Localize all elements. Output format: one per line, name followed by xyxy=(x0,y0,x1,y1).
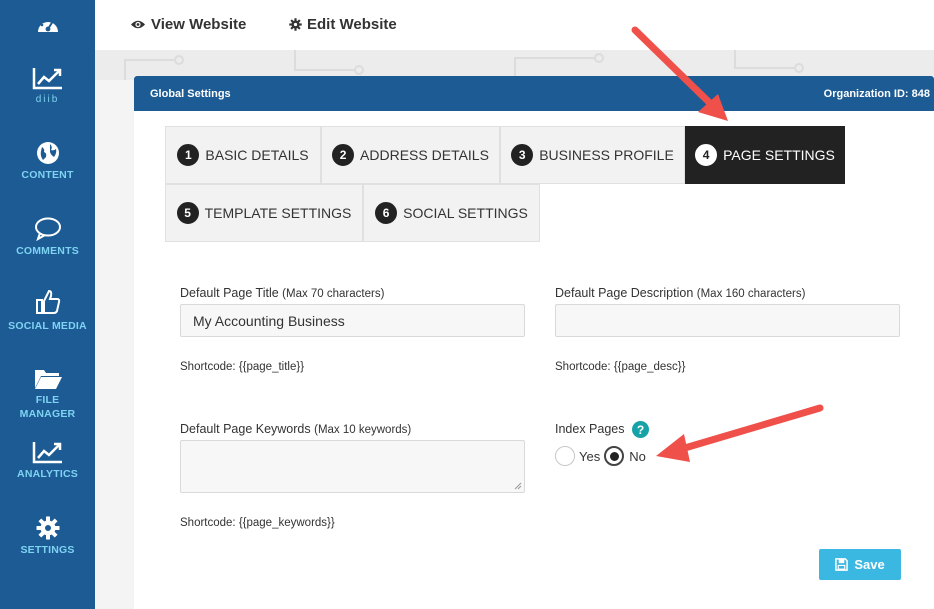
edit-website-label: Edit Website xyxy=(307,16,397,33)
tab-label: ADDRESS DETAILS xyxy=(360,147,489,163)
index-pages-radio-group: Yes No xyxy=(555,446,646,466)
panel-title: Global Settings xyxy=(150,87,231,100)
global-settings-panel: Global Settings Organization ID: 848 1 B… xyxy=(134,76,934,609)
page-keywords-label-text: Default Page Keywords xyxy=(180,422,311,436)
view-website-link[interactable]: View Website xyxy=(130,16,246,33)
index-yes-label: Yes xyxy=(579,448,601,464)
sidebar-item-file-manager[interactable]: FILE MANAGER xyxy=(0,366,95,421)
view-website-label: View Website xyxy=(151,16,247,33)
eye-icon xyxy=(131,20,145,29)
page-title-hint: (Max 70 characters) xyxy=(282,288,385,300)
folder-icon xyxy=(34,370,62,389)
sidebar-item-social-media[interactable]: SOCIAL MEDIA xyxy=(0,288,95,333)
index-no-label: No xyxy=(629,448,646,464)
sidebar-item-content[interactable]: CONTENT xyxy=(0,141,95,182)
sidebar-item-settings[interactable]: SETTINGS xyxy=(0,516,95,557)
tab-template-settings[interactable]: 5 TEMPLATE SETTINGS xyxy=(165,184,363,242)
page-keywords-shortcode: Shortcode: {{page_keywords}} xyxy=(180,517,335,529)
sidebar-item-label: diib xyxy=(35,94,60,105)
page-description-label: Default Page Description (Max 160 charac… xyxy=(555,286,805,300)
tab-label: PAGE SETTINGS xyxy=(723,147,835,163)
tab-number: 6 xyxy=(375,202,398,224)
index-no-radio[interactable] xyxy=(604,446,625,466)
tab-page-settings[interactable]: 4 PAGE SETTINGS xyxy=(685,126,845,184)
panel-header: Global Settings Organization ID: 848 xyxy=(134,76,934,111)
tab-label: BUSINESS PROFILE xyxy=(539,147,674,163)
tab-business-profile[interactable]: 3 BUSINESS PROFILE xyxy=(500,126,685,184)
comment-icon xyxy=(34,217,61,241)
index-pages-label: Index Pages ? xyxy=(555,421,649,438)
sidebar-item-comments[interactable]: COMMENTS xyxy=(0,217,95,258)
save-button[interactable]: Save xyxy=(819,549,901,580)
analytics-icon xyxy=(32,442,62,464)
sidebar-item-label: COMMENTS xyxy=(16,245,79,257)
edit-website-link[interactable]: Edit Website xyxy=(289,16,397,33)
page-keywords-hint: (Max 10 keywords) xyxy=(314,424,412,436)
tab-basic-details[interactable]: 1 BASIC DETAILS xyxy=(165,126,321,184)
page-description-input[interactable] xyxy=(555,304,900,337)
sidebar-item-analytics[interactable]: ANALYTICS xyxy=(0,440,95,481)
page-description-hint: (Max 160 characters) xyxy=(696,288,806,300)
tab-social-settings[interactable]: 6 SOCIAL SETTINGS xyxy=(363,184,540,242)
floppy-disk-icon xyxy=(835,558,849,571)
tab-label: BASIC DETAILS xyxy=(205,147,309,163)
trend-icon xyxy=(32,68,62,90)
tab-address-details[interactable]: 2 ADDRESS DETAILS xyxy=(321,126,500,184)
sidebar-item-label: ANALYTICS xyxy=(17,468,78,480)
tab-number: 4 xyxy=(695,144,718,166)
organization-id: Organization ID: 848 xyxy=(823,87,930,100)
tab-label: SOCIAL SETTINGS xyxy=(403,205,528,221)
page-title-input[interactable]: My Accounting Business xyxy=(180,304,525,337)
sidebar-item-label: SOCIAL MEDIA xyxy=(8,320,87,332)
page-title-label: Default Page Title (Max 70 characters) xyxy=(180,286,384,300)
sidebar-item-label: CONTENT xyxy=(21,169,74,181)
page-keywords-label: Default Page Keywords (Max 10 keywords) xyxy=(180,422,411,436)
resize-handle-icon[interactable] xyxy=(514,482,522,490)
save-label: Save xyxy=(854,557,885,572)
help-icon[interactable]: ? xyxy=(631,421,649,438)
index-pages-label-text: Index Pages xyxy=(555,421,625,436)
page-title-shortcode: Shortcode: {{page_title}} xyxy=(180,361,305,373)
tab-label: TEMPLATE SETTINGS xyxy=(204,205,352,221)
dashboard-icon xyxy=(37,18,58,32)
thumbs-up-icon xyxy=(35,289,60,314)
sidebar-item-label: FILE MANAGER xyxy=(19,394,76,420)
gear-icon xyxy=(289,18,302,31)
index-yes-radio[interactable] xyxy=(555,446,575,466)
page-keywords-textarea[interactable] xyxy=(180,440,525,493)
globe-icon xyxy=(36,142,59,164)
tab-number: 2 xyxy=(332,144,355,166)
top-bar: View Website Edit Website xyxy=(95,0,934,50)
gear-icon xyxy=(36,516,59,540)
tab-number: 5 xyxy=(176,202,199,224)
sidebar-item-diib[interactable]: diib xyxy=(0,66,95,107)
sidebar-item-dashboard[interactable] xyxy=(0,14,95,39)
sidebar-item-label: SETTINGS xyxy=(20,544,75,556)
tab-number: 3 xyxy=(511,144,534,166)
page-title-label-text: Default Page Title xyxy=(180,286,279,300)
tab-number: 1 xyxy=(177,144,200,166)
sidebar: diib CONTENT COMMENTS SOCIAL MEDIA FILE … xyxy=(0,0,95,609)
page-description-label-text: Default Page Description xyxy=(555,286,694,300)
page-description-shortcode: Shortcode: {{page_desc}} xyxy=(555,361,686,373)
